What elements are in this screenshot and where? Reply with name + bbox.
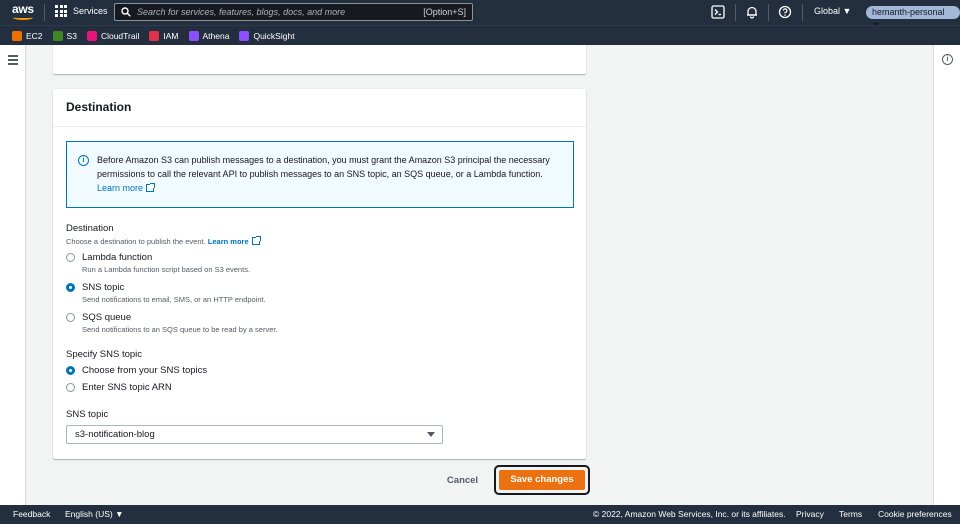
save-changes-button[interactable]: Save changes (499, 470, 585, 490)
cancel-button[interactable]: Cancel (440, 472, 485, 490)
radio-text: Enter SNS topic ARN (82, 382, 172, 394)
learn-more-label: Learn more (97, 183, 144, 193)
aws-logo-text: aws (12, 2, 34, 16)
radio-lambda-function[interactable]: Lambda function Run a Lambda function sc… (66, 252, 250, 275)
athena-icon (188, 30, 199, 41)
search-shortcut: [Option+S] (423, 7, 466, 17)
destination-learn-more-link[interactable]: Learn more (207, 236, 261, 246)
radio-button[interactable] (66, 383, 75, 392)
sns-topic-select[interactable]: s3-notification-blog (66, 425, 443, 444)
fav-ec2[interactable]: EC2 (12, 30, 43, 41)
external-link-icon (251, 236, 261, 245)
language-selector[interactable]: English (US) ▼ (65, 505, 123, 524)
fav-iam[interactable]: IAM (149, 30, 179, 41)
services-menu-button[interactable]: Services (55, 5, 108, 17)
external-link-icon (146, 183, 156, 192)
radio-text: SQS queue Send notifications to an SQS q… (82, 312, 278, 335)
bell-icon[interactable] (745, 5, 759, 19)
sns-topic-label: SNS topic (66, 409, 109, 420)
services-label: Services (73, 6, 108, 16)
radio-label: SNS topic (82, 282, 125, 293)
radio-text: SNS topic Send notifications to email, S… (82, 282, 266, 305)
description-text: Choose a destination to publish the even… (66, 237, 206, 246)
info-icon: i (78, 155, 89, 166)
aws-smile-icon (13, 15, 33, 20)
radio-label: Enter SNS topic ARN (82, 382, 172, 393)
destination-container: Destination i Before Amazon S3 can publi… (53, 89, 586, 459)
save-button-focus-ring: Save changes (494, 465, 590, 495)
cloudtrail-icon (86, 30, 97, 41)
radio-description: Send notifications to an SQS queue to be… (82, 325, 278, 334)
right-help-panel-collapsed: i (933, 45, 960, 505)
fav-cloudtrail[interactable]: CloudTrail (86, 30, 140, 41)
caret-down-icon (427, 432, 435, 437)
alert-learn-more-link[interactable]: Learn more (97, 183, 156, 193)
radio-button[interactable] (66, 313, 75, 322)
destination-field-label: Destination (66, 223, 114, 234)
account-menu[interactable]: hemanth-personal ▼ (866, 6, 960, 30)
top-navigation: aws Services Search for services, featur… (0, 0, 960, 30)
radio-button[interactable] (66, 253, 75, 262)
learn-more-label: Learn more (207, 237, 249, 246)
left-sidebar-collapsed (0, 45, 26, 505)
permissions-info-alert: i Before Amazon S3 can publish messages … (66, 141, 574, 208)
info-icon[interactable]: i (942, 54, 953, 65)
terms-link[interactable]: Terms (839, 505, 862, 524)
search-input[interactable]: Search for services, features, blogs, do… (114, 3, 473, 21)
fav-label: S3 (66, 30, 77, 41)
ec2-icon (12, 30, 22, 41)
quicksight-icon (239, 30, 250, 41)
specify-sns-topic-label: Specify SNS topic (66, 349, 143, 360)
cloudshell-icon[interactable] (711, 5, 725, 19)
radio-enter-sns-topic-arn[interactable]: Enter SNS topic ARN (66, 382, 172, 394)
radio-sqs-queue[interactable]: SQS queue Send notifications to an SQS q… (66, 312, 278, 335)
s3-icon (52, 30, 63, 41)
privacy-link[interactable]: Privacy (796, 505, 824, 524)
radio-text: Choose from your SNS topics (82, 365, 207, 377)
fav-label: IAM (163, 30, 179, 41)
fav-label: QuickSight (253, 30, 295, 41)
divider (802, 4, 803, 21)
sns-topic-selected-value: s3-notification-blog (75, 429, 155, 440)
search-icon (121, 7, 131, 17)
destination-header: Destination (53, 89, 586, 127)
destination-title: Destination (66, 100, 132, 114)
help-icon[interactable] (778, 5, 792, 19)
divider (735, 4, 736, 21)
fav-label: CloudTrail (100, 30, 140, 41)
fav-athena[interactable]: Athena (188, 30, 230, 41)
divider (44, 4, 45, 21)
aws-logo[interactable]: aws (12, 2, 36, 22)
fav-s3[interactable]: S3 (52, 30, 77, 41)
fav-label: EC2 (26, 30, 43, 41)
iam-icon (149, 30, 160, 41)
divider (768, 4, 769, 21)
radio-button-selected[interactable] (66, 283, 75, 292)
fav-label: Athena (202, 30, 230, 41)
copyright-text: © 2022, Amazon Web Services, Inc. or its… (593, 509, 786, 519)
fav-quicksight[interactable]: QuickSight (239, 30, 295, 41)
search-placeholder: Search for services, features, blogs, do… (137, 7, 346, 17)
destination-field-description: Choose a destination to publish the even… (66, 236, 261, 246)
radio-choose-from-sns-topics[interactable]: Choose from your SNS topics (66, 365, 207, 377)
radio-description: Send notifications to email, SMS, or an … (82, 295, 266, 304)
feedback-link[interactable]: Feedback (13, 505, 50, 524)
footer: Feedback English (US) ▼ © 2022, Amazon W… (0, 505, 960, 524)
favorites-bar: EC2 S3 CloudTrail IAM Athena QuickSight (0, 25, 960, 45)
radio-label: Choose from your SNS topics (82, 365, 208, 376)
radio-label: Lambda function (82, 252, 153, 263)
cookie-preferences-link[interactable]: Cookie preferences (878, 505, 952, 524)
alert-text: Before Amazon S3 can publish messages to… (97, 155, 550, 179)
radio-description: Run a Lambda function script based on S3… (82, 265, 251, 274)
radio-label: SQS queue (82, 312, 132, 323)
radio-sns-topic[interactable]: SNS topic Send notifications to email, S… (66, 282, 266, 305)
hamburger-menu-icon[interactable] (8, 55, 18, 67)
radio-text: Lambda function Run a Lambda function sc… (82, 252, 250, 275)
radio-button-selected[interactable] (66, 366, 75, 375)
grid-icon (55, 5, 67, 17)
region-selector[interactable]: Global ▼ (814, 6, 851, 16)
previous-section-container (53, 45, 586, 74)
